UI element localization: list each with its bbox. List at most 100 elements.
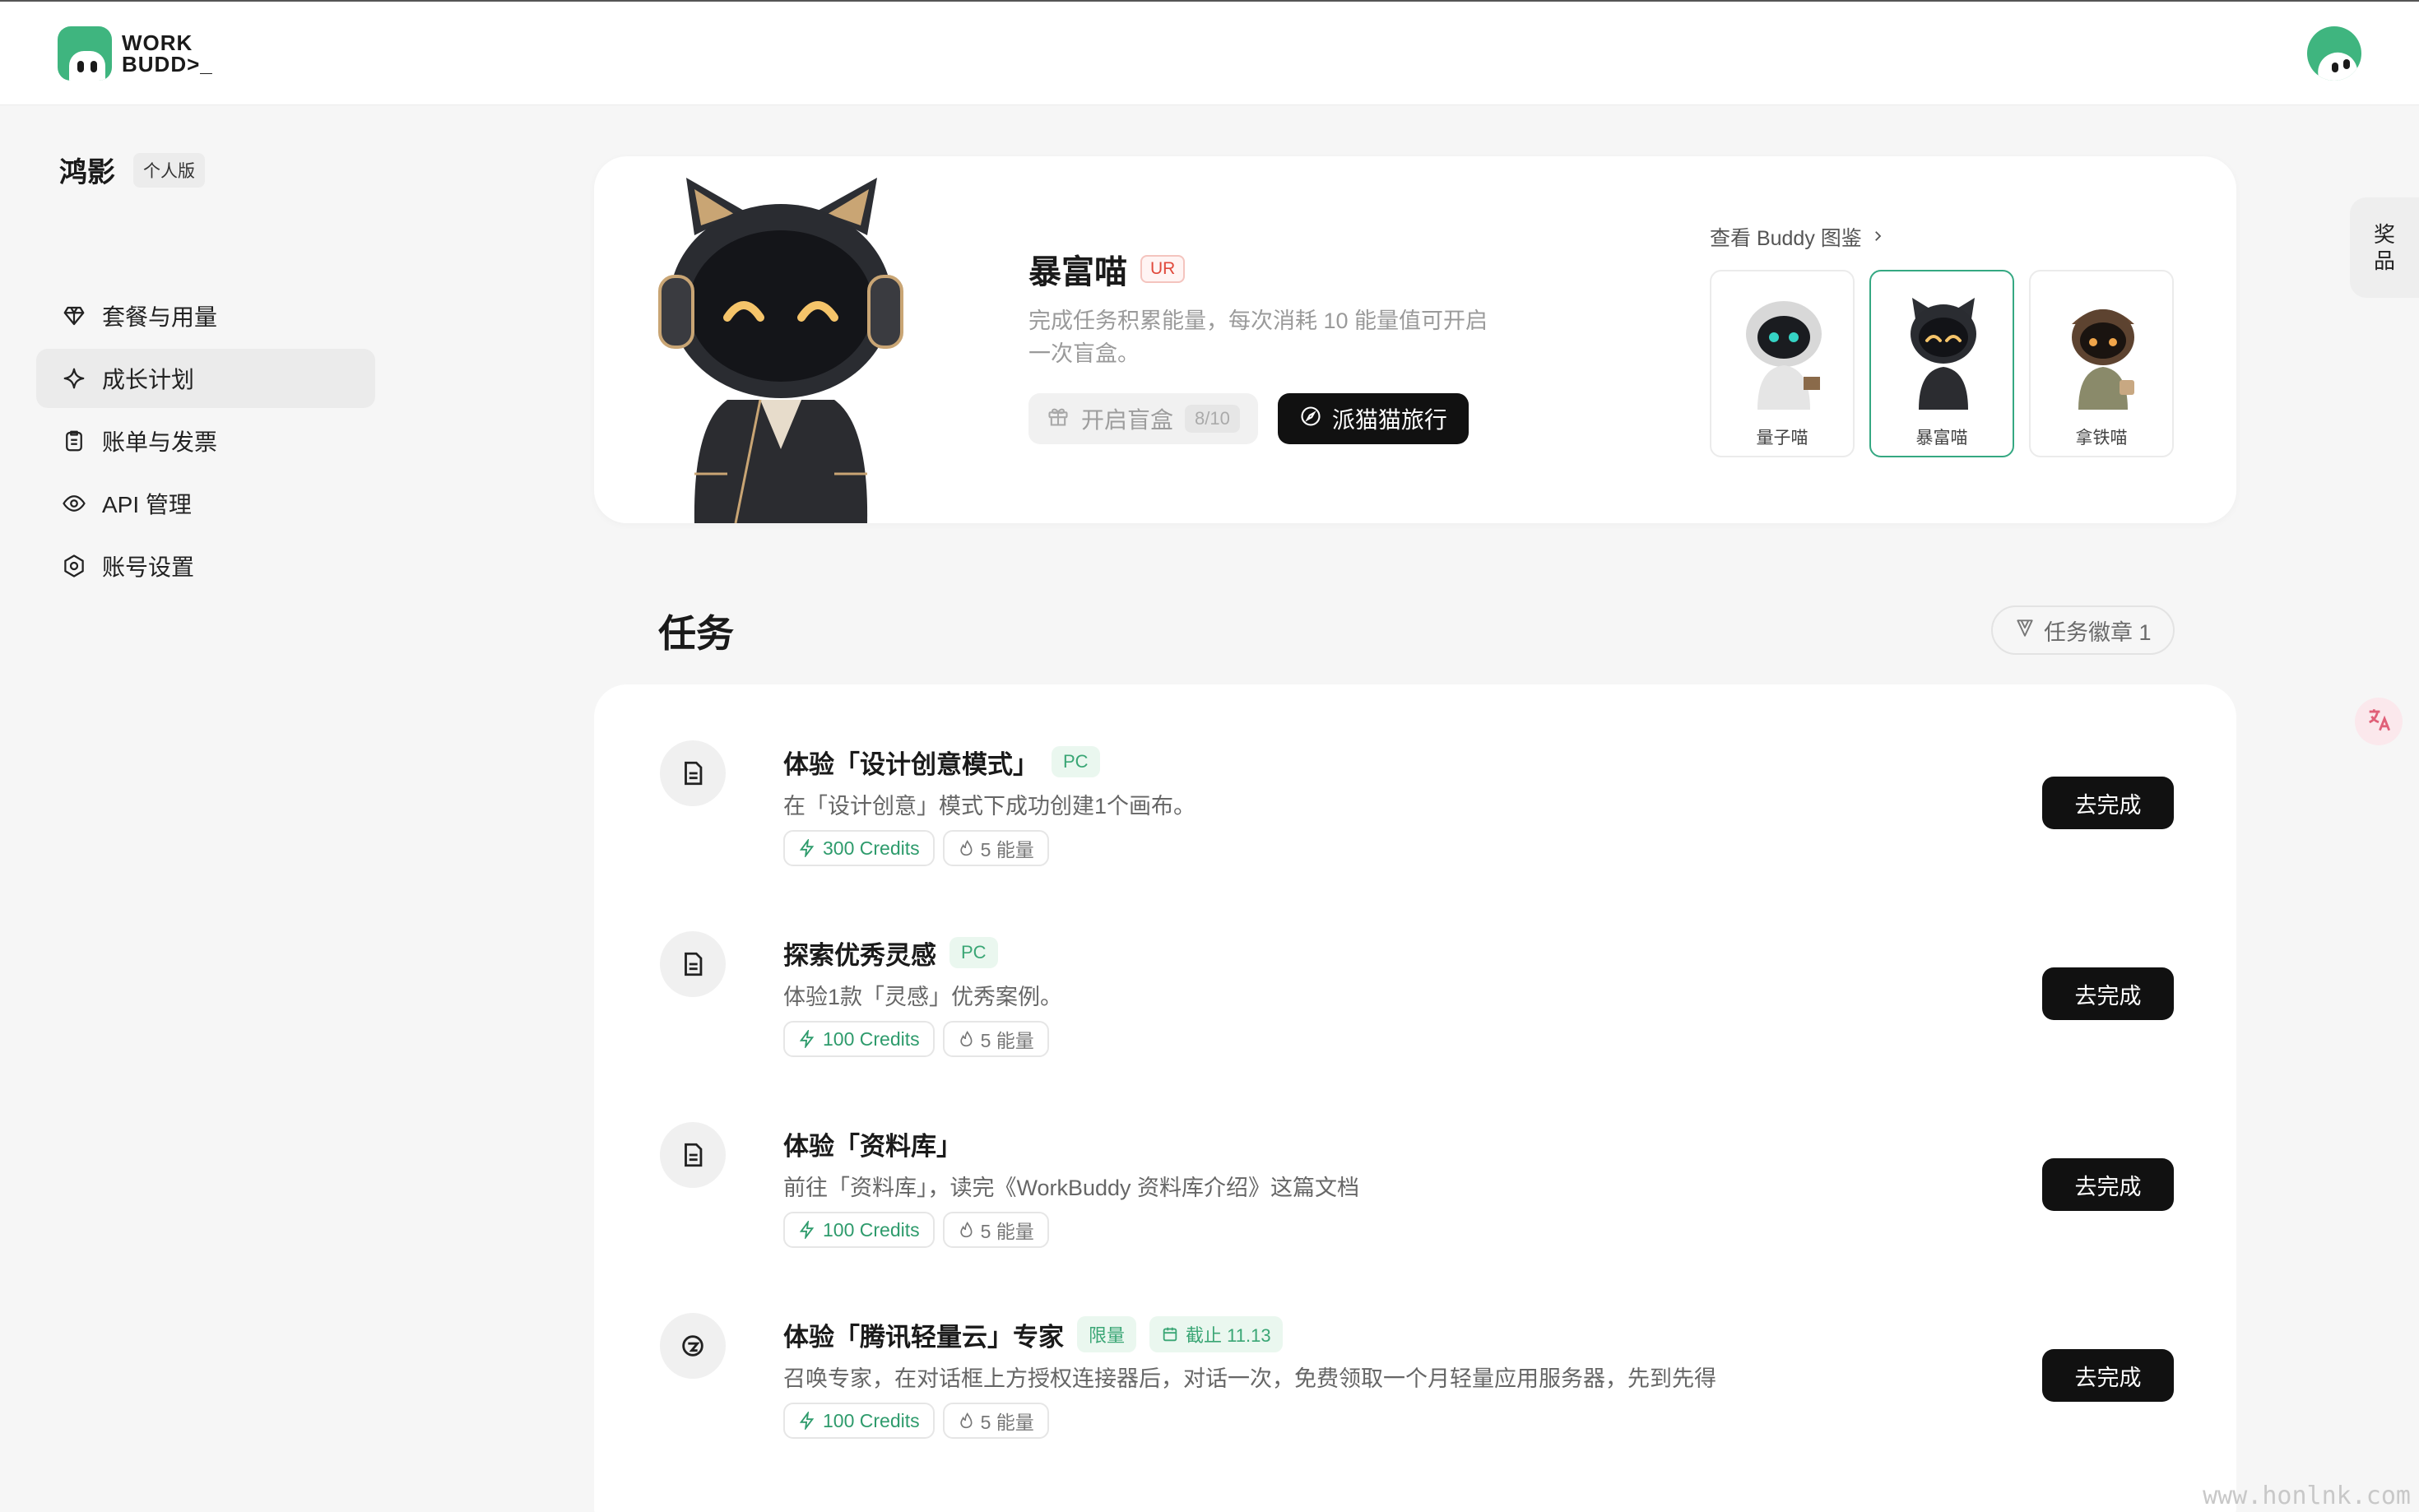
- task-item: 体验「腾讯轻量云」专家 限量 截止 11.13 召唤专家，在对话框上方授权连接器…: [660, 1257, 2174, 1439]
- buddy-name-label: 拿铁喵: [2075, 429, 2128, 448]
- document-icon: [660, 740, 726, 806]
- logo-line-1: WORK: [122, 30, 193, 55]
- rarity-badge: UR: [1140, 255, 1186, 283]
- buddy-latte-image: [2072, 309, 2134, 410]
- complete-task-button[interactable]: 去完成: [2042, 967, 2174, 1020]
- task-body: 体验「设计创意模式」 PC 在「设计创意」模式下成功创建1个画布。 300 Cr…: [783, 742, 1196, 866]
- task-description: 在「设计创意」模式下成功创建1个画布。: [783, 794, 1196, 819]
- energy-reward: 5 能量: [942, 830, 1049, 866]
- calendar-icon: [1163, 1327, 1177, 1342]
- diamond-icon: [61, 303, 87, 329]
- task-item: 探索优秀灵感 PC 体验1款「灵感」优秀案例。 100 Credits 5 能量…: [660, 875, 2174, 1057]
- task-body: 探索优秀灵感 PC 体验1款「灵感」优秀案例。 100 Credits 5 能量: [783, 933, 1062, 1057]
- buddy-name-label: 暴富喵: [1915, 429, 1968, 448]
- logo-text: WORK BUDD>_: [122, 32, 213, 75]
- task-item: 体验「资料库」 前往「资料库」，读完《WorkBuddy 资料库介绍》这篇文档 …: [660, 1066, 2174, 1248]
- app-logo[interactable]: WORK BUDD>_: [58, 26, 213, 81]
- flame-icon: [959, 840, 973, 856]
- buddy-gallery-link[interactable]: 查看 Buddy 图鉴: [1710, 222, 1885, 252]
- sidebar-item-label: 账单与发票: [102, 429, 218, 455]
- sidebar-item-plan-usage[interactable]: 套餐与用量: [36, 286, 375, 346]
- task-description: 前往「资料库」，读完《WorkBuddy 资料库介绍》这篇文档: [783, 1176, 1360, 1200]
- task-list: 体验「设计创意模式」 PC 在「设计创意」模式下成功创建1个画布。 300 Cr…: [594, 684, 2236, 1512]
- task-rewards: 100 Credits 5 能量: [783, 1212, 1359, 1248]
- user-avatar[interactable]: [2307, 26, 2361, 81]
- flame-icon: [959, 1031, 973, 1047]
- energy-label: 5 能量: [980, 1030, 1034, 1051]
- flame-icon: [959, 1222, 973, 1238]
- buddy-name-label: 量子喵: [1756, 429, 1808, 448]
- sidebar-item-label: 套餐与用量: [102, 304, 218, 330]
- buddy-card-rich[interactable]: 暴富喵: [1869, 270, 2014, 457]
- complete-task-button[interactable]: 去完成: [2042, 777, 2174, 829]
- side-tab-text-2: 品: [2373, 248, 2395, 273]
- energy-label: 5 能量: [980, 1412, 1034, 1433]
- credits-label: 100 Credits: [823, 1027, 920, 1050]
- badge-icon: [2014, 617, 2036, 644]
- task-title: 体验「腾讯轻量云」专家: [783, 1322, 1064, 1352]
- cat-character-image: [658, 178, 903, 523]
- logo-icon: [58, 26, 112, 81]
- sidebar-item-billing[interactable]: 账单与发票: [36, 411, 375, 471]
- logo-line-2: BUDD>_: [122, 52, 213, 77]
- plan-badge: 个人版: [133, 152, 205, 188]
- energy-label: 5 能量: [980, 1221, 1034, 1242]
- document-icon: [660, 931, 726, 997]
- energy-reward: 5 能量: [942, 1212, 1049, 1248]
- buddy-quantum-image: [1746, 301, 1822, 410]
- credits-label: 300 Credits: [823, 837, 920, 859]
- complete-task-button[interactable]: 去完成: [2042, 1158, 2174, 1211]
- task-rewards: 100 Credits 5 能量: [783, 1021, 1062, 1057]
- sidebar-item-api[interactable]: API 管理: [36, 474, 375, 533]
- side-tab-text-1: 奖: [2373, 222, 2395, 247]
- buddy-name: 暴富喵: [1028, 254, 1127, 290]
- buddy-description: 完成任务积累能量，每次消耗 10 能量值可开启一次盲盒。: [1028, 308, 1488, 366]
- credits-reward: 100 Credits: [783, 1212, 935, 1248]
- platform-tag: PC: [949, 937, 998, 968]
- buddy-rich-image: [1911, 298, 1976, 410]
- buddy-card-quantum[interactable]: 量子喵: [1710, 270, 1855, 457]
- open-blind-box-label: 开启盲盒: [1081, 407, 1174, 433]
- watermark: www.honlnk.com: [2203, 1482, 2411, 1510]
- platform-tag: PC: [1052, 746, 1100, 777]
- credits-label: 100 Credits: [823, 1409, 920, 1431]
- buddy-hero-card: 暴富喵 UR 完成任务积累能量，每次消耗 10 能量值可开启一次盲盒。 开启盲盒…: [594, 156, 2236, 523]
- task-badge-label: 任务徽章 1: [2044, 619, 2152, 645]
- task-body: 体验「资料库」 前往「资料库」，读完《WorkBuddy 资料库介绍》这篇文档 …: [783, 1124, 1359, 1248]
- sidebar-item-account-settings[interactable]: 账号设置: [36, 536, 375, 596]
- send-cat-travel-button[interactable]: 派猫猫旅行: [1277, 393, 1469, 444]
- task-rewards: 100 Credits 5 能量: [783, 1403, 1716, 1439]
- energy-count: 8/10: [1185, 405, 1240, 433]
- buddy-info: 暴富喵 UR 完成任务积累能量，每次消耗 10 能量值可开启一次盲盒。 开启盲盒…: [1028, 245, 1522, 444]
- task-item: 体验「设计创意模式」 PC 在「设计创意」模式下成功创建1个画布。 300 Cr…: [660, 684, 2174, 866]
- task-title: 体验「设计创意模式」: [783, 749, 1038, 779]
- top-bar: WORK BUDD>_: [0, 0, 2419, 105]
- credits-reward: 300 Credits: [783, 830, 935, 866]
- task-title: 体验「资料库」: [783, 1131, 962, 1161]
- gift-icon: [1047, 405, 1070, 434]
- credits-label: 100 Credits: [823, 1218, 920, 1241]
- lightning-icon: [799, 1221, 815, 1239]
- chevron-right-icon: [1870, 225, 1885, 249]
- user-name: 鸿影: [59, 157, 115, 188]
- sidebar-item-growth-plan[interactable]: 成长计划: [36, 349, 375, 408]
- task-badge-button[interactable]: 任务徽章 1: [1991, 605, 2175, 655]
- task-head: 体验「设计创意模式」 PC: [783, 742, 1196, 782]
- lightning-icon: [799, 839, 815, 857]
- rewards-side-tab[interactable]: 奖 品: [2350, 197, 2419, 298]
- task-description: 召唤专家，在对话框上方授权连接器后，对话一次，免费领取一个月轻量应用服务器，先到…: [783, 1366, 1716, 1391]
- task-head: 体验「腾讯轻量云」专家 限量 截止 11.13: [783, 1315, 1716, 1354]
- lightning-icon: [799, 1412, 815, 1430]
- limited-tag: 限量: [1077, 1316, 1137, 1352]
- clipboard-icon: [61, 428, 87, 454]
- open-blind-box-button[interactable]: 开启盲盒 8/10: [1028, 393, 1258, 444]
- eye-icon: [61, 490, 87, 517]
- task-title: 探索优秀灵感: [783, 940, 936, 970]
- complete-task-button[interactable]: 去完成: [2042, 1349, 2174, 1402]
- translate-button[interactable]: [2355, 698, 2403, 745]
- user-header: 鸿影 个人版: [59, 150, 205, 190]
- deadline-tag: 截止 11.13: [1149, 1316, 1283, 1352]
- translate-icon: [2365, 706, 2393, 738]
- energy-reward: 5 能量: [942, 1403, 1049, 1439]
- buddy-card-latte[interactable]: 拿铁喵: [2029, 270, 2174, 457]
